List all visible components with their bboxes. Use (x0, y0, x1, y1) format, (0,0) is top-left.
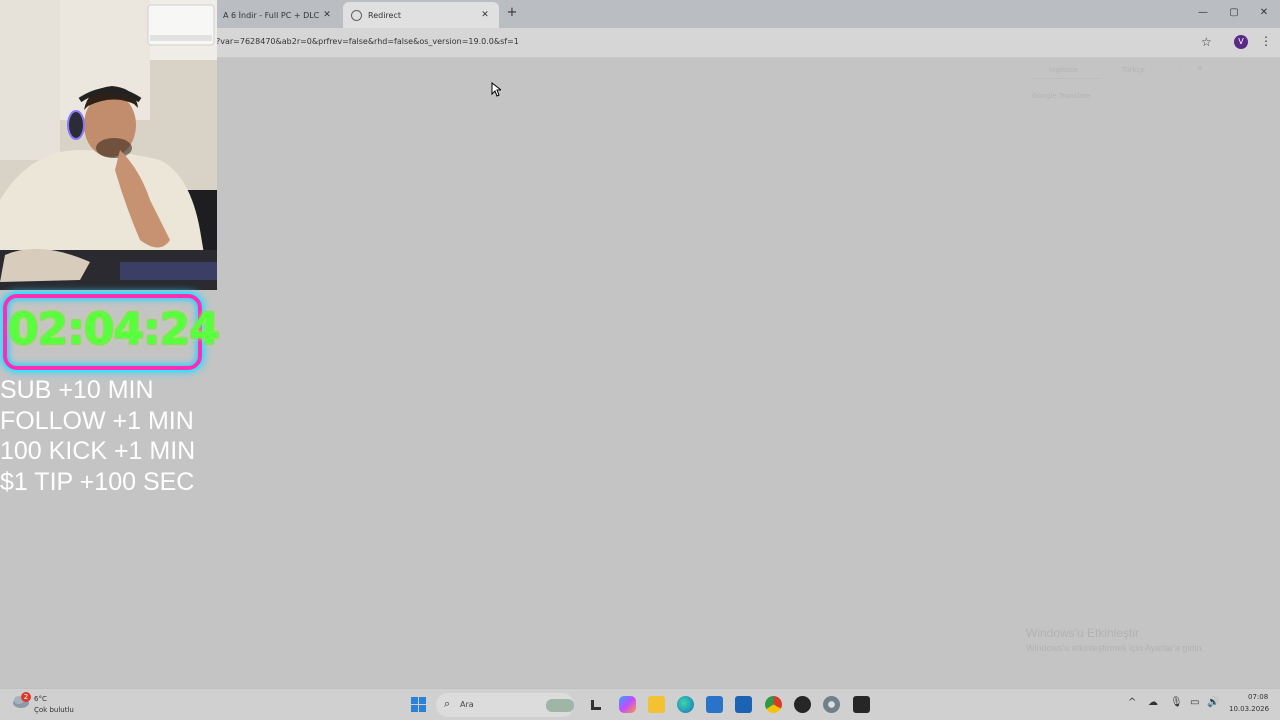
address-bar[interactable]: ?var=7628470&ab2r=0&prfrev=false&rhd=fal… (216, 37, 519, 46)
translate-footer: Google Translate (1032, 92, 1091, 100)
chrome-icon[interactable] (765, 696, 782, 713)
clock-date[interactable]: 10.03.2026 (1229, 705, 1269, 713)
translate-language-turkish[interactable]: Türkçe (1122, 66, 1145, 74)
globe-icon (351, 9, 362, 21)
rule-kick: 100 KICK +1 MIN (0, 437, 196, 465)
profile-avatar[interactable]: V (1234, 35, 1248, 49)
outlook-icon[interactable] (735, 696, 752, 713)
close-icon[interactable]: ✕ (321, 10, 333, 20)
store-icon[interactable] (706, 696, 723, 713)
microphone-icon[interactable]: 🎙 (1170, 697, 1183, 708)
clock-time[interactable]: 07:08 (1248, 693, 1268, 701)
taskbar: 2 6°C Çok bulutlu ⌕ Ara ^ ☁ 🎙 ▭ 🔊 07:08 … (0, 688, 1280, 720)
tab-redirect[interactable]: Redirect ✕ (343, 2, 499, 28)
activation-watermark-subtitle: Windows'u etkinleştirmek için Ayarlar'a … (1026, 643, 1204, 653)
translate-popup: İngilizce Türkçe ⋮ ✕ Google Translate (1022, 60, 1222, 114)
tab-title: Redirect (368, 10, 401, 20)
rule-follow: FOLLOW +1 MIN (0, 407, 194, 435)
file-explorer-icon[interactable] (587, 696, 604, 713)
onedrive-cloud-icon[interactable]: ☁ (1148, 697, 1158, 708)
edge-icon[interactable] (677, 696, 694, 713)
notification-badge: 2 (21, 692, 31, 702)
rule-tip: $1 TIP +100 SEC (0, 468, 195, 496)
more-options-icon[interactable]: ⋮ (1177, 65, 1184, 73)
network-icon[interactable]: ▭ (1190, 697, 1199, 708)
chevron-up-icon[interactable]: ^ (1128, 697, 1136, 708)
tab-title: A 6 İndir - Full PC + DLC - Tü (223, 10, 321, 20)
settings-icon[interactable] (823, 696, 840, 713)
new-tab-button[interactable]: + (505, 6, 519, 20)
bookmark-star-icon[interactable]: ☆ (1201, 35, 1212, 49)
search-highlight-image (546, 699, 574, 712)
close-icon[interactable]: ✕ (479, 10, 491, 20)
tab-game-download[interactable]: A 6 İndir - Full PC + DLC - Tü ✕ (215, 2, 341, 28)
webcam-feed (0, 0, 217, 290)
rule-sub: SUB +10 MIN (0, 376, 154, 404)
translate-language-english[interactable]: İngilizce (1049, 66, 1078, 74)
close-icon[interactable]: ✕ (1197, 65, 1203, 73)
activation-watermark-title: Windows'u Etkinleştir (1026, 626, 1139, 640)
copilot-icon[interactable] (619, 696, 636, 713)
mouse-cursor-icon (491, 82, 501, 97)
maximize-button[interactable]: ▢ (1226, 6, 1242, 20)
window-close-button[interactable]: ✕ (1256, 6, 1272, 20)
volume-icon[interactable]: 🔊 (1207, 697, 1219, 708)
browser-menu-icon[interactable]: ⋮ (1260, 34, 1272, 48)
folder-icon[interactable] (648, 696, 665, 713)
subathon-timer: 02:04:24 (8, 304, 220, 355)
windows-start-icon[interactable] (410, 696, 427, 713)
taskbar-search-input[interactable]: ⌕ Ara (436, 693, 574, 717)
epic-games-icon[interactable] (853, 696, 870, 713)
weather-temperature: 6°C (34, 695, 47, 703)
steam-icon[interactable] (794, 696, 811, 713)
search-placeholder: Ara (460, 700, 474, 709)
minimize-button[interactable]: — (1195, 6, 1211, 20)
search-icon: ⌕ (444, 697, 451, 710)
active-language-underline (1032, 78, 1102, 79)
weather-description: Çok bulutlu (34, 706, 74, 714)
